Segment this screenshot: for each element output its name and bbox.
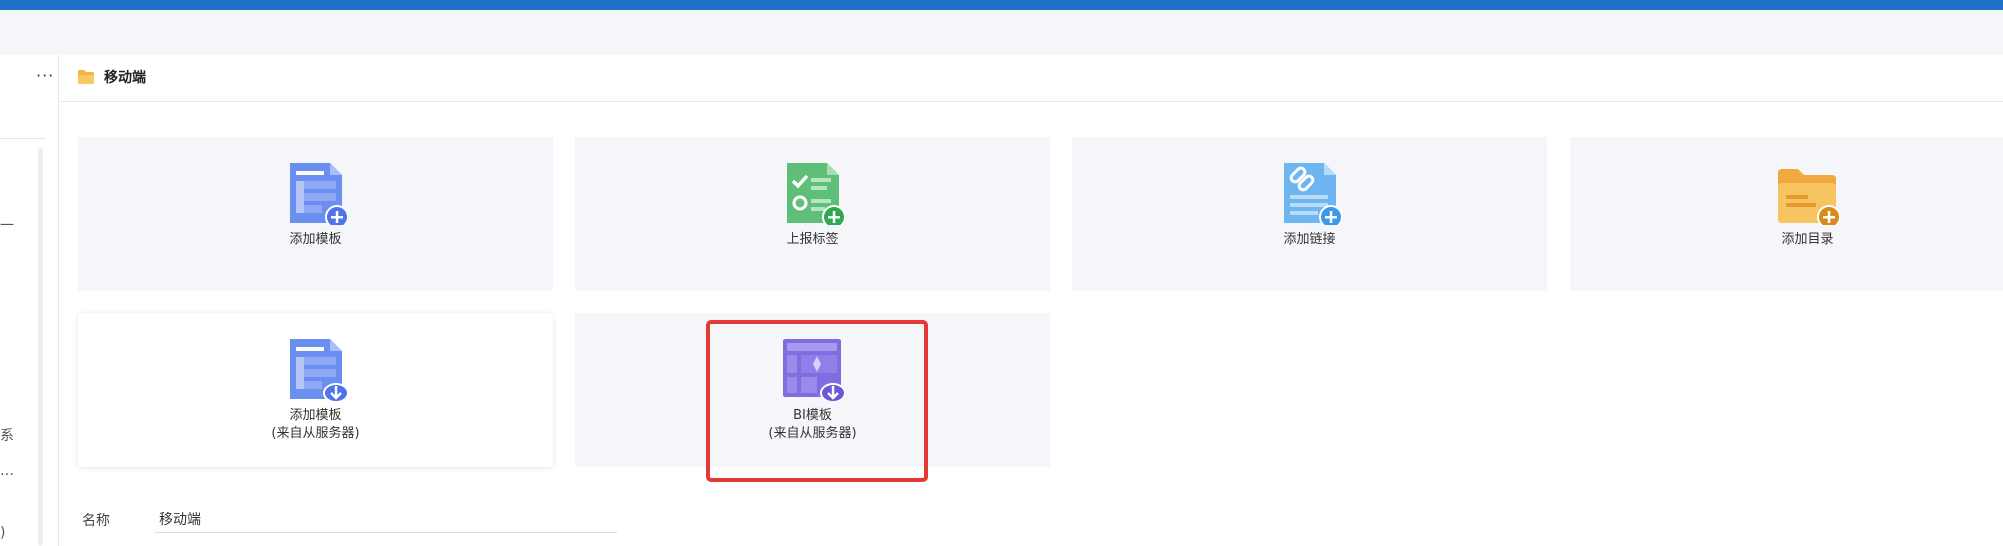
add-template-from-server-card[interactable]: 添加模板 (来自从服务器) [78, 313, 553, 467]
highlight-box [706, 320, 928, 482]
card-label-line2: (来自从服务器) [271, 426, 360, 441]
card-label: 添加链接 [1283, 232, 1336, 247]
card-label: 添加模板 [289, 232, 342, 247]
add-folder-card[interactable]: 添加目录 [1570, 137, 2003, 291]
left-item-fragment[interactable]: ) [0, 525, 5, 541]
folder-icon [78, 70, 94, 84]
breadcrumb-current[interactable]: 移动端 [104, 67, 146, 87]
more-button[interactable]: ··· [36, 66, 54, 85]
left-item-fragment[interactable]: 一 [0, 215, 14, 235]
left-scrollbar[interactable] [38, 148, 43, 546]
top-bar [0, 0, 2003, 10]
add-template-card[interactable]: 添加模板 [78, 137, 553, 291]
card-label: 上报标签 [786, 232, 839, 247]
breadcrumb [59, 55, 2003, 102]
report-tag-icon [786, 163, 845, 225]
link-add-icon [1283, 163, 1342, 225]
toolbar-strip [0, 10, 2003, 55]
card-label-line1: 添加模板 [289, 408, 342, 423]
left-item-fragment[interactable]: 系 [0, 425, 14, 445]
left-item-fragment[interactable]: … [0, 463, 14, 479]
folder-add-icon [1777, 169, 1840, 225]
template-download-icon [289, 339, 348, 401]
report-tag-card[interactable]: 上报标签 [575, 137, 1050, 291]
left-divider [0, 138, 46, 139]
card-label: 添加模板 (来自从服务器) [271, 407, 359, 443]
name-label: 名称 [82, 513, 110, 529]
name-input[interactable] [155, 505, 617, 533]
add-link-card[interactable]: 添加链接 [1072, 137, 1547, 291]
card-label: 添加目录 [1781, 232, 1834, 247]
template-add-icon [289, 163, 348, 225]
